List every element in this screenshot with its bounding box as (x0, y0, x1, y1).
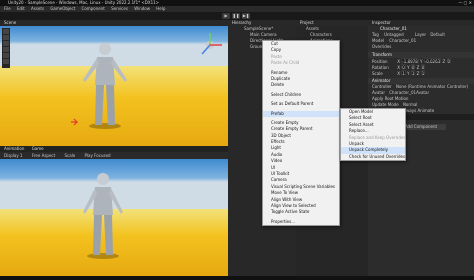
status-bar (0, 276, 474, 280)
controller-field[interactable]: None (Runtime Animator Controller) (396, 84, 468, 89)
scale-z-field[interactable]: 1 (420, 70, 426, 76)
menu-item[interactable]: Replace and Keep Overrides (341, 135, 405, 141)
prefab-submenu: Open Model Select Root Select Asset Replace… (340, 108, 406, 162)
menu-file[interactable]: File (4, 6, 11, 11)
menu-window[interactable]: Window (134, 6, 150, 11)
tab-scene[interactable]: Scene (4, 20, 16, 25)
layer-label: Layer (414, 32, 427, 37)
character-model-game (83, 173, 123, 259)
update-mode-dropdown[interactable]: Normal (403, 102, 417, 107)
scale-row: Scale X 1 Y 1 Z 1 (372, 70, 426, 76)
move-tool-icon[interactable] (3, 35, 9, 40)
pause-button[interactable]: ❚❚ (232, 13, 240, 19)
character-model-scene[interactable] (80, 40, 130, 130)
play-controls: ▶ ❚❚ ▶❚ (222, 13, 252, 19)
tag-label: Tag (372, 32, 379, 37)
tab-game[interactable]: Game (32, 146, 44, 151)
culling-mode-dropdown[interactable]: Always Animate (402, 108, 434, 113)
display-dropdown[interactable]: Display 1 (4, 153, 23, 158)
game-toolbar: Display 1 Free Aspect Scale Play Focused (0, 152, 228, 159)
tab-project[interactable]: Project (300, 20, 314, 25)
scale-x-field[interactable]: 1 (401, 70, 406, 76)
menu-edit[interactable]: Edit (17, 6, 25, 11)
menu-component[interactable]: Component (82, 6, 105, 11)
avatar-field[interactable]: Character_01Avatar (389, 90, 429, 95)
rotation-z-field[interactable]: 0 (420, 64, 426, 70)
position-z-field[interactable]: 0 (446, 58, 452, 64)
update-mode-label: Update Mode (372, 102, 399, 107)
scale-tool-icon[interactable] (3, 47, 9, 52)
model-field[interactable]: Character_01 (389, 38, 416, 43)
tab-hierarchy[interactable]: Hierarchy (232, 20, 251, 25)
position-y-field[interactable]: -0.0263 (423, 58, 442, 64)
scene-gizmo-icon[interactable] (195, 30, 225, 60)
layer-dropdown[interactable]: Default (430, 32, 445, 37)
model-label: Model (372, 38, 385, 43)
scale-label: Scale (372, 71, 383, 76)
rotate-tool-icon[interactable] (3, 41, 9, 46)
context-menu: Cut Copy Paste Paste As Child Rename Duplicat… (262, 40, 340, 227)
menu-gameobject[interactable]: GameObject (50, 6, 75, 11)
avatar-label: Avatar (372, 90, 385, 95)
transform-tool-icon[interactable] (3, 59, 9, 64)
scale-label: Scale (64, 153, 76, 158)
menu-services[interactable]: Services (111, 6, 128, 11)
menu-help[interactable]: Help (156, 6, 165, 11)
menu-item[interactable]: Properties... (263, 219, 339, 225)
menu-item[interactable]: Check for Unused Overrides (341, 154, 405, 160)
step-button[interactable]: ▶❚ (242, 13, 250, 19)
rect-tool-icon[interactable] (3, 53, 9, 58)
directional-arrow-icon[interactable] (70, 118, 78, 126)
tab-inspector[interactable]: Inspector (372, 20, 391, 25)
menu-assets[interactable]: Assets (31, 6, 44, 11)
position-x-field[interactable]: -1.8978 (401, 58, 419, 64)
hand-tool-icon[interactable] (3, 29, 9, 34)
aspect-dropdown[interactable]: Free Aspect (32, 153, 55, 158)
scale-y-field[interactable]: 1 (410, 70, 416, 76)
scene-tool-strip (2, 28, 10, 68)
tab-animation[interactable]: Animation (4, 146, 24, 151)
rotation-y-field[interactable]: 0 (410, 64, 416, 70)
overrides-dropdown[interactable]: Overrides (368, 44, 474, 50)
tag-dropdown[interactable]: Untagged (384, 32, 404, 37)
controller-label: Controller (372, 84, 392, 89)
play-button[interactable]: ▶ (222, 13, 230, 19)
rotation-x-field[interactable]: 0 (401, 64, 406, 70)
window-title: Unity20 - SampleScene - Windows, Mac, Li… (8, 0, 160, 5)
play-focused-dropdown[interactable]: Play Focused (85, 153, 111, 158)
